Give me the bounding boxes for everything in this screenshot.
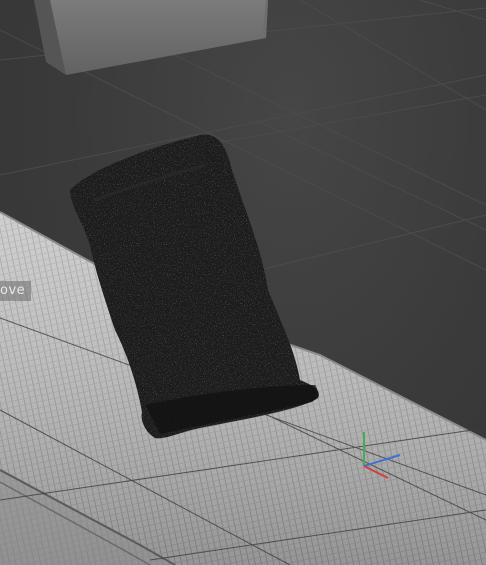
viewport-overlay-label: ove bbox=[0, 281, 32, 301]
viewport-scene[interactable] bbox=[0, 0, 486, 565]
3d-viewport[interactable]: ove bbox=[0, 0, 486, 565]
box-mesh[interactable] bbox=[34, 0, 268, 75]
